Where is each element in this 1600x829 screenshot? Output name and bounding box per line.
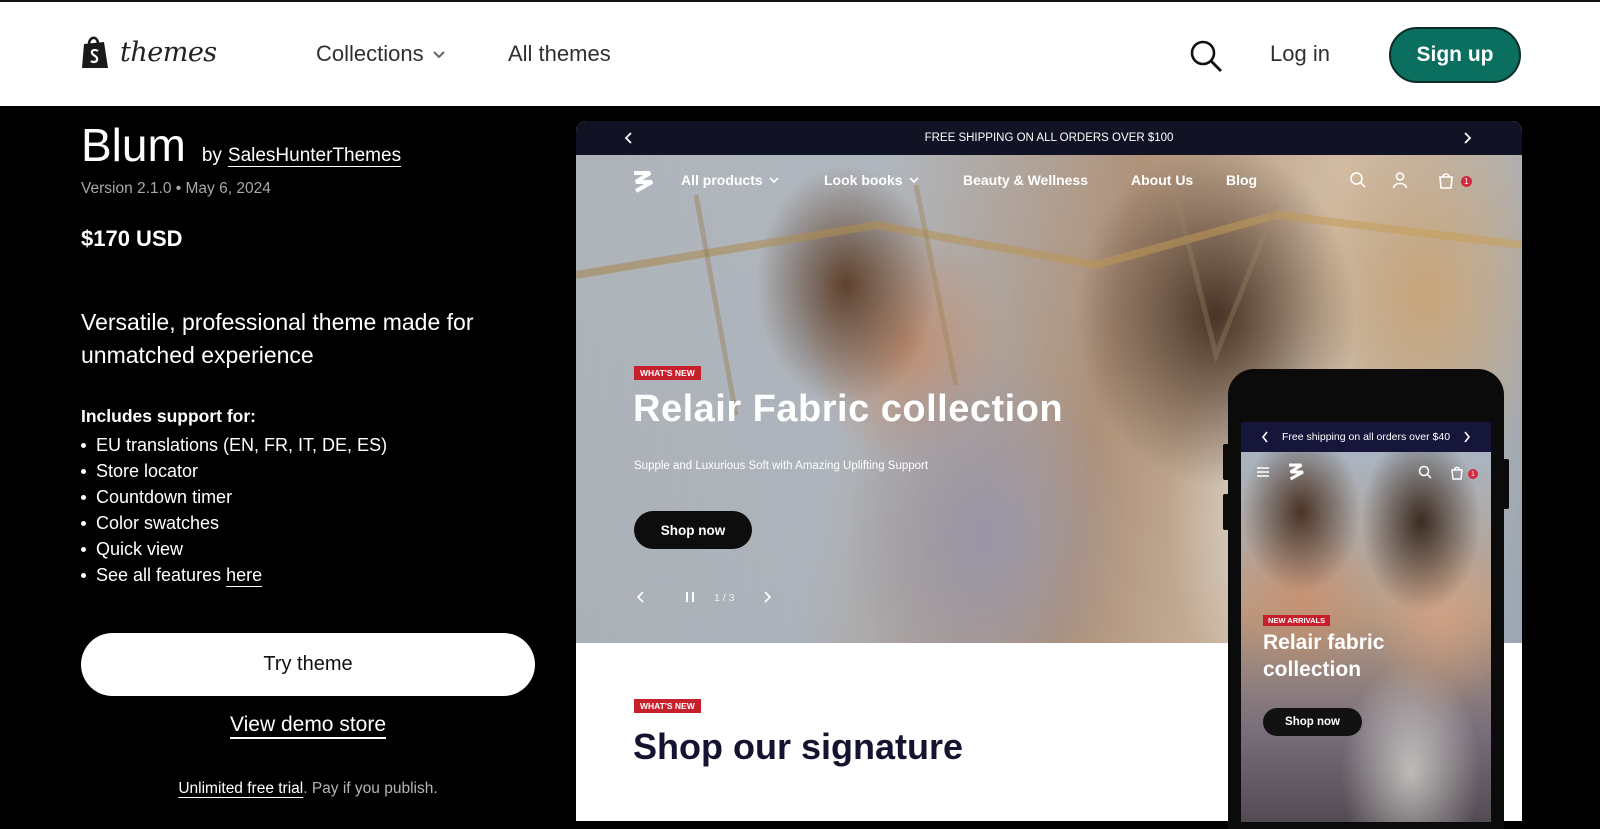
whats-new-badge: WHAT'S NEW: [634, 366, 701, 380]
search-icon[interactable]: [1188, 38, 1224, 74]
mobile-announcement-text: Free shipping on all orders over $40: [1281, 431, 1451, 443]
collections-label: Collections: [316, 41, 424, 66]
cart-count-badge: 1: [1461, 176, 1472, 187]
chevron-right-icon[interactable]: [1463, 431, 1471, 443]
slide-counter: 1 / 3: [714, 592, 735, 604]
feature-item: Color swatches: [81, 510, 387, 536]
feature-item: Store locator: [81, 458, 387, 484]
feature-item: Quick view: [81, 536, 387, 562]
store-nav-look-books[interactable]: Look books: [824, 172, 919, 188]
try-theme-button[interactable]: Try theme: [81, 633, 535, 696]
chevron-down-icon: [432, 51, 445, 59]
signup-button[interactable]: Sign up: [1389, 27, 1521, 83]
view-demo-store-link[interactable]: View demo store: [230, 713, 386, 736]
collections-menu[interactable]: Collections: [316, 41, 446, 67]
new-arrivals-badge: NEW ARRIVALS: [1263, 615, 1331, 626]
phone-side-button: [1223, 494, 1229, 530]
theme-title-row: Blum by SalesHunterThemes: [81, 118, 401, 172]
theme-tagline: Versatile, professional theme made for u…: [81, 309, 474, 368]
all-themes-link[interactable]: All themes: [508, 41, 611, 67]
phone-side-button: [1503, 459, 1509, 509]
mobile-announcement-bar: Free shipping on all orders over $40: [1241, 422, 1491, 452]
version-date: Version 2.1.0 • May 6, 2024: [81, 180, 271, 197]
store-logo-icon[interactable]: [1286, 462, 1306, 482]
slide-next-icon[interactable]: [762, 590, 772, 604]
chevron-left-icon[interactable]: [624, 131, 634, 145]
store-nav-all-products[interactable]: All products: [681, 172, 779, 188]
mobile-shop-now-button[interactable]: Shop now: [1263, 708, 1362, 736]
pause-icon[interactable]: [684, 590, 696, 604]
section-badge: WHAT'S NEW: [634, 699, 701, 713]
cart-icon[interactable]: [1436, 170, 1456, 190]
store-nav-label: Look books: [824, 172, 903, 188]
trial-note: Unlimited free trial. Pay if you publish…: [81, 780, 535, 798]
chevron-down-icon: [769, 176, 779, 183]
author-link[interactable]: SalesHunterThemes: [228, 145, 401, 167]
theme-price: $170 USD: [81, 226, 183, 251]
search-icon[interactable]: [1348, 170, 1368, 190]
hero-shop-now-button[interactable]: Shop now: [634, 511, 752, 549]
store-nav-about-us[interactable]: About Us: [1131, 172, 1193, 188]
mobile-preview[interactable]: Free shipping on all orders over $40 1 N…: [1223, 369, 1509, 829]
menu-icon[interactable]: [1255, 464, 1271, 480]
hero-title: Relair Fabric collection: [633, 388, 1064, 430]
announcement-bar: FREE SHIPPING ON ALL ORDERS OVER $100: [576, 121, 1522, 155]
feature-item: Countdown timer: [81, 484, 387, 510]
store-nav-label: All products: [681, 172, 763, 188]
mobile-hero: 1 NEW ARRIVALS Relair fabric collection …: [1241, 452, 1491, 822]
account-icon[interactable]: [1390, 170, 1410, 190]
chevron-left-icon[interactable]: [1261, 431, 1269, 443]
hero-subtitle: Supple and Luxurious Soft with Amazing U…: [634, 460, 929, 472]
demo-store-row: View demo store: [81, 713, 535, 737]
top-navigation: themes Collections All themes Log in Sig…: [0, 0, 1600, 106]
phone-side-button: [1223, 444, 1229, 480]
trial-note-text: . Pay if you publish.: [303, 780, 438, 797]
chevron-right-icon[interactable]: [1462, 131, 1472, 145]
store-nav-beauty-wellness[interactable]: Beauty & Wellness: [963, 172, 1088, 188]
slide-prev-icon[interactable]: [636, 590, 646, 604]
cart-icon[interactable]: [1449, 464, 1465, 480]
features-here-link[interactable]: here: [226, 565, 262, 585]
feature-list: EU translations (EN, FR, IT, DE, ES) Sto…: [81, 432, 387, 588]
feature-item-see-all: See all features here: [81, 562, 387, 588]
theme-name: Blum: [81, 119, 186, 171]
announcement-text: FREE SHIPPING ON ALL ORDERS OVER $100: [924, 132, 1174, 144]
login-link[interactable]: Log in: [1270, 41, 1330, 67]
logo-text: themes: [120, 36, 217, 68]
search-icon[interactable]: [1417, 464, 1433, 480]
mobile-hero-title: Relair fabric collection: [1263, 631, 1385, 681]
feature-item: EU translations (EN, FR, IT, DE, ES): [81, 432, 387, 458]
cart-count-badge: 1: [1468, 469, 1478, 479]
store-nav-blog[interactable]: Blog: [1226, 172, 1257, 188]
chevron-down-icon: [908, 176, 919, 183]
free-trial-link[interactable]: Unlimited free trial: [178, 780, 303, 797]
phone-screen: Free shipping on all orders over $40 1 N…: [1241, 422, 1491, 822]
by-label: by: [201, 145, 222, 166]
see-all-text: See all features: [96, 565, 227, 585]
shopify-bag-icon: [82, 36, 108, 68]
store-logo-icon[interactable]: [630, 169, 656, 195]
support-heading: Includes support for:: [81, 406, 256, 426]
section-title: Shop our signature: [633, 726, 964, 767]
shopify-themes-logo[interactable]: themes: [80, 34, 217, 70]
